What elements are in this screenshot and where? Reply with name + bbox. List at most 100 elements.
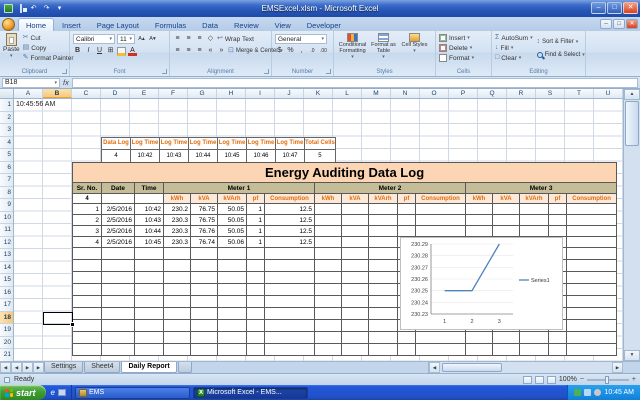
log-table-header-cell[interactable]: Data Log bbox=[102, 137, 131, 150]
fill-button[interactable]: ↓Fill▾ bbox=[495, 43, 533, 53]
autosum-button[interactable]: ΣAutoSum▾ bbox=[495, 33, 533, 43]
zoom-out-icon[interactable]: − bbox=[580, 376, 584, 383]
office-button[interactable] bbox=[2, 18, 15, 31]
main-table-cell[interactable] bbox=[466, 215, 493, 226]
scroll-down-icon[interactable]: ▼ bbox=[624, 350, 640, 361]
comma-style-button[interactable]: , bbox=[297, 46, 306, 56]
main-table-cell[interactable] bbox=[549, 215, 567, 226]
main-table-cell[interactable] bbox=[73, 344, 102, 356]
tab-nav-prev-icon[interactable]: ◀ bbox=[11, 362, 22, 373]
main-table-cell[interactable] bbox=[416, 332, 466, 344]
main-table-cell[interactable] bbox=[369, 248, 398, 260]
main-table-cell[interactable] bbox=[218, 320, 247, 332]
ribbon-tab-data[interactable]: Data bbox=[194, 18, 226, 31]
main-table-cell[interactable] bbox=[135, 344, 164, 356]
meter-header-meter-3[interactable]: Meter 3 bbox=[466, 183, 617, 194]
main-table-cell[interactable] bbox=[218, 248, 247, 260]
main-table-cell[interactable]: 2 bbox=[73, 215, 102, 226]
row-header-3[interactable]: 3 bbox=[0, 124, 13, 137]
main-table-cell[interactable] bbox=[567, 308, 617, 320]
main-table-cell[interactable] bbox=[218, 272, 247, 284]
main-table-cell[interactable] bbox=[315, 272, 342, 284]
main-table-cell[interactable]: 2/5/2016 bbox=[102, 237, 135, 248]
main-table-cell[interactable]: 12.5 bbox=[265, 215, 315, 226]
ribbon-tab-formulas[interactable]: Formulas bbox=[147, 18, 194, 31]
main-table-cell[interactable] bbox=[247, 308, 265, 320]
minimize-button[interactable]: – bbox=[591, 2, 606, 14]
main-table-cell[interactable] bbox=[315, 296, 342, 308]
workbook-close-button[interactable]: ✕ bbox=[626, 19, 638, 29]
decrease-indent-button[interactable]: « bbox=[206, 46, 215, 56]
column-header-C[interactable]: C bbox=[72, 89, 101, 98]
main-table-cell[interactable]: 10:43 bbox=[135, 215, 164, 226]
log-table-value-cell[interactable]: 10:46 bbox=[247, 150, 276, 163]
main-table-cell[interactable]: 12.5 bbox=[265, 204, 315, 215]
main-table-cell[interactable] bbox=[73, 248, 102, 260]
main-table-subheader-kva[interactable]: kVA bbox=[493, 194, 520, 204]
align-bottom-button[interactable]: ≡ bbox=[195, 34, 204, 44]
main-table-cell[interactable] bbox=[549, 344, 567, 356]
main-table-cell[interactable] bbox=[247, 272, 265, 284]
main-table-cell[interactable] bbox=[191, 296, 218, 308]
ribbon-tab-developer[interactable]: Developer bbox=[299, 18, 349, 31]
redo-button[interactable]: ↷ bbox=[41, 3, 52, 14]
formula-input[interactable] bbox=[72, 78, 638, 88]
copy-button[interactable]: ▤Copy bbox=[23, 43, 74, 53]
quick-launch-desktop-icon[interactable] bbox=[58, 389, 66, 396]
main-table-cell[interactable] bbox=[164, 344, 191, 356]
main-table-cell[interactable] bbox=[73, 320, 102, 332]
main-table-cell[interactable] bbox=[493, 226, 520, 237]
scroll-left-icon[interactable]: ◀ bbox=[429, 362, 440, 373]
main-table-cell[interactable]: 1 bbox=[247, 237, 265, 248]
main-table-cell[interactable] bbox=[102, 308, 135, 320]
main-table-cell[interactable] bbox=[73, 332, 102, 344]
align-middle-button[interactable]: ≡ bbox=[184, 34, 193, 44]
main-table-cell[interactable]: 12.5 bbox=[265, 237, 315, 248]
main-table-cell[interactable]: 1 bbox=[247, 215, 265, 226]
main-table-cell[interactable] bbox=[342, 308, 369, 320]
workbook-restore-button[interactable]: □ bbox=[613, 19, 625, 29]
column-header-A[interactable]: A bbox=[14, 89, 43, 98]
main-table-cell[interactable] bbox=[315, 332, 342, 344]
view-page-layout-icon[interactable] bbox=[535, 376, 544, 384]
main-table-cell[interactable] bbox=[520, 344, 549, 356]
tab-nav-next-icon[interactable]: ▶ bbox=[22, 362, 33, 373]
main-table-cell[interactable] bbox=[135, 332, 164, 344]
main-table-cell[interactable] bbox=[520, 332, 549, 344]
main-table-cell[interactable] bbox=[164, 272, 191, 284]
main-table-cell[interactable] bbox=[218, 344, 247, 356]
main-table-cell[interactable] bbox=[416, 204, 466, 215]
vertical-scrollbar[interactable]: ▲ ▼ bbox=[623, 89, 640, 361]
align-center-button[interactable]: ≡ bbox=[184, 46, 193, 56]
main-table-cell[interactable] bbox=[247, 296, 265, 308]
main-table-cell[interactable]: 50.06 bbox=[218, 237, 247, 248]
main-table-cell[interactable]: 1 bbox=[73, 204, 102, 215]
main-table-cell[interactable] bbox=[102, 284, 135, 296]
log-table-value-cell[interactable]: 4 bbox=[102, 150, 131, 163]
main-table-subheader-kva[interactable]: kVA bbox=[342, 194, 369, 204]
scroll-up-icon[interactable]: ▲ bbox=[624, 89, 640, 100]
main-table-subheader-kwh[interactable]: kWh bbox=[466, 194, 493, 204]
main-table-cell[interactable] bbox=[191, 248, 218, 260]
main-table-cell[interactable] bbox=[369, 284, 398, 296]
main-table-subheader-cell[interactable] bbox=[135, 194, 164, 204]
log-table-header-cell[interactable]: Total Cells bbox=[305, 137, 336, 150]
sheet-tab-settings[interactable]: Settings bbox=[44, 362, 83, 373]
main-table-cell[interactable] bbox=[218, 332, 247, 344]
alignment-dialog-launcher[interactable] bbox=[264, 69, 269, 74]
main-table-count-cell[interactable]: 4 bbox=[73, 194, 102, 204]
main-table-cell[interactable] bbox=[369, 215, 398, 226]
grow-font-button[interactable]: A▴ bbox=[137, 34, 146, 44]
row-header-20[interactable]: 20 bbox=[0, 337, 13, 350]
log-table-header-cell[interactable]: Log Time bbox=[160, 137, 189, 150]
log-table-header-cell[interactable]: Log Time bbox=[218, 137, 247, 150]
main-table-subheader-kva[interactable]: kVA bbox=[191, 194, 218, 204]
row-header-17[interactable]: 17 bbox=[0, 299, 13, 312]
column-header-J[interactable]: J bbox=[275, 89, 304, 98]
main-table-cell[interactable] bbox=[398, 344, 416, 356]
main-table-cell[interactable] bbox=[342, 226, 369, 237]
bold-button[interactable]: B bbox=[73, 46, 82, 56]
main-table-cell[interactable] bbox=[369, 272, 398, 284]
log-table-header-cell[interactable]: Log Time bbox=[276, 137, 305, 150]
main-table-cell[interactable] bbox=[416, 215, 466, 226]
